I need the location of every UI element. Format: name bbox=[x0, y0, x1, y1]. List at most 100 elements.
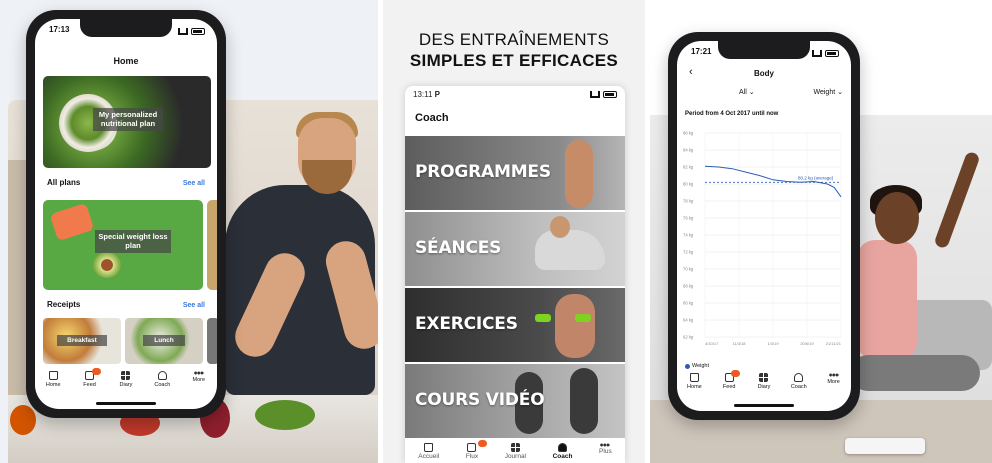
phone-screen: 17:13 Home My personalized nutritional p… bbox=[35, 19, 217, 409]
breakfast-card[interactable]: Breakfast bbox=[43, 318, 121, 364]
banner-label: SÉANCES bbox=[415, 238, 502, 258]
y-tick-label: 78 kg bbox=[683, 199, 694, 204]
home-indicator bbox=[96, 402, 156, 405]
tab-plus[interactable]: Plus bbox=[599, 439, 612, 463]
home-indicator bbox=[734, 404, 794, 407]
tab-more[interactable]: More bbox=[818, 373, 850, 385]
y-tick-label: 66 kg bbox=[683, 301, 694, 306]
y-tick-label: 62 kg bbox=[683, 335, 694, 340]
tab-diary[interactable]: Diary bbox=[110, 371, 142, 388]
phone-screen: 17:21 ‹ Body All ⌄ Weight ⌄ Period from … bbox=[677, 41, 851, 411]
filter-weight-dropdown[interactable]: Weight ⌄ bbox=[814, 88, 844, 96]
status-time: 17:21 bbox=[691, 47, 712, 56]
legend-label: Weight bbox=[692, 363, 710, 369]
next-receipt-card[interactable] bbox=[207, 318, 217, 364]
panel-coach: DES ENTRAÎNEMENTS SIMPLES ET EFFICACES 1… bbox=[383, 0, 645, 463]
x-tick-label: 11/3/18 bbox=[732, 341, 746, 346]
tab-coach[interactable]: Coach bbox=[146, 371, 178, 388]
notch bbox=[718, 41, 810, 59]
exercices-banner[interactable]: EXERCICES bbox=[405, 288, 625, 362]
chevron-down-icon: ⌄ bbox=[837, 89, 843, 96]
tab-label: Accueil bbox=[418, 453, 440, 460]
tab-label: Coach bbox=[154, 382, 171, 388]
home-icon bbox=[48, 371, 58, 380]
athlete-figure bbox=[565, 140, 593, 208]
weight-loss-plan-card[interactable]: Special weight loss plan bbox=[43, 200, 203, 290]
signal-icon bbox=[812, 49, 822, 57]
tab-home[interactable]: Home bbox=[37, 371, 69, 388]
app-indicator: P bbox=[434, 90, 441, 99]
filter-all-dropdown[interactable]: All ⌄ bbox=[739, 88, 755, 96]
tab-feed[interactable]: Feed bbox=[74, 368, 106, 388]
average-label: 80,2 kg (average) bbox=[798, 175, 834, 180]
tab-flux[interactable]: Flux bbox=[466, 439, 487, 463]
tab-label: Plus bbox=[599, 448, 612, 455]
next-plan-card[interactable] bbox=[207, 200, 217, 290]
tab-journal[interactable]: Journal bbox=[505, 439, 526, 463]
banner-label: EXERCICES bbox=[415, 314, 518, 334]
tab-bar: Accueil Flux Journal Coach Plus bbox=[405, 439, 625, 463]
tab-home[interactable]: Home bbox=[678, 373, 710, 390]
banner-label: COURS VIDÉO bbox=[415, 390, 545, 410]
athlete-figure bbox=[535, 230, 605, 270]
bathroom-scale bbox=[845, 438, 925, 454]
y-tick-label: 80 kg bbox=[683, 182, 694, 187]
tab-bar: Home Feed Diary Coach More bbox=[35, 368, 217, 395]
tab-label: Feed bbox=[83, 382, 96, 388]
y-tick-label: 82 kg bbox=[683, 165, 694, 170]
plan-label: Special weight loss plan bbox=[95, 230, 171, 254]
battery-icon bbox=[191, 27, 205, 35]
tab-diary[interactable]: Diary bbox=[748, 373, 780, 390]
see-all-plans-link[interactable]: See all bbox=[183, 180, 205, 187]
x-tick-label: 1/3/19 bbox=[767, 341, 779, 346]
headline-line-2: SIMPLES ET EFFICACES bbox=[409, 51, 619, 70]
tab-accueil[interactable]: Accueil bbox=[418, 439, 439, 463]
y-tick-label: 84 kg bbox=[683, 148, 694, 153]
notification-badge bbox=[731, 370, 741, 377]
panel-nutrition: 17:13 Home My personalized nutritional p… bbox=[0, 0, 378, 463]
more-icon bbox=[193, 371, 204, 375]
notch bbox=[80, 19, 172, 37]
coach-icon bbox=[558, 443, 568, 452]
legend-dot bbox=[685, 363, 690, 369]
programmes-banner[interactable]: PROGRAMMES bbox=[405, 136, 625, 210]
y-tick-label: 74 kg bbox=[683, 233, 694, 238]
dumbbell-icon bbox=[535, 314, 551, 322]
status-time: 13:11 bbox=[413, 90, 433, 99]
woman-legs bbox=[850, 355, 980, 391]
diary-icon bbox=[121, 371, 131, 380]
battery-icon bbox=[603, 91, 617, 98]
woman-head bbox=[875, 192, 919, 244]
banner-label: PROGRAMMES bbox=[415, 162, 551, 182]
lunch-card[interactable]: Lunch bbox=[125, 318, 203, 364]
coach-icon bbox=[157, 371, 167, 380]
chevron-down-icon: ⌄ bbox=[748, 89, 755, 96]
salmon-image bbox=[49, 202, 95, 242]
x-tick-label: 21/11/21 bbox=[826, 341, 842, 346]
weight-chart[interactable]: 86 kg 84 kg 82 kg 80 kg 78 kg 76 kg 74 kg 72 kg… bbox=[681, 125, 847, 353]
filter-weight-label: Weight bbox=[813, 89, 836, 96]
journal-icon bbox=[510, 443, 520, 452]
nutrition-plan-card[interactable]: My personalized nutritional plan bbox=[43, 76, 211, 168]
page-title: Body bbox=[754, 69, 774, 78]
woman-body bbox=[857, 240, 917, 360]
chart-grid bbox=[704, 132, 842, 338]
seances-banner[interactable]: SÉANCES bbox=[405, 212, 625, 286]
breakfast-label: Breakfast bbox=[57, 335, 107, 347]
y-tick-label: 68 kg bbox=[683, 284, 694, 289]
tab-feed[interactable]: Feed bbox=[713, 370, 745, 390]
tab-more[interactable]: More bbox=[183, 371, 215, 383]
status-time: 17:13 bbox=[49, 25, 70, 34]
cours-video-banner[interactable]: COURS VIDÉO bbox=[405, 364, 625, 438]
tab-label: Coach bbox=[552, 453, 573, 460]
more-icon bbox=[600, 443, 611, 447]
battery-icon bbox=[825, 49, 839, 57]
y-tick-label: 72 kg bbox=[683, 250, 694, 255]
tab-coach[interactable]: Coach bbox=[552, 439, 573, 463]
all-plans-heading: All plans bbox=[47, 178, 81, 187]
tab-coach[interactable]: Coach bbox=[783, 373, 815, 390]
filter-all-label: All bbox=[739, 89, 747, 96]
see-all-receipts-link[interactable]: See all bbox=[183, 302, 205, 309]
y-tick-label: 76 kg bbox=[683, 216, 694, 221]
more-icon bbox=[828, 373, 839, 377]
